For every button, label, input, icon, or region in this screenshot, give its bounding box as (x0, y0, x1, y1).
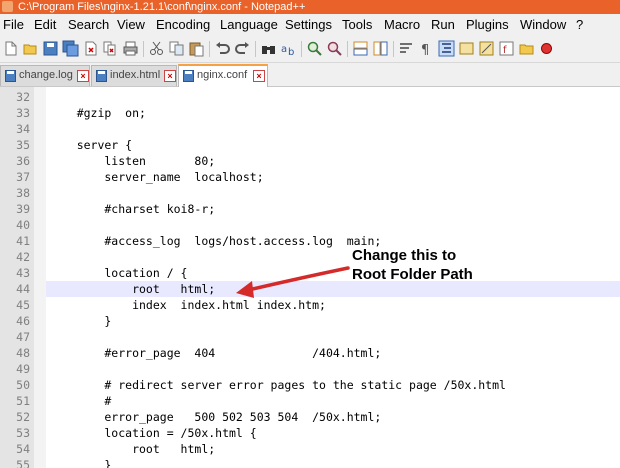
annotation-line-1: Change this to (352, 247, 457, 264)
annotation-line-2: Root Folder Path (352, 266, 473, 283)
annotation-arrow (236, 266, 350, 298)
annotation-callout: Change this to Root Folder Path (352, 246, 473, 284)
